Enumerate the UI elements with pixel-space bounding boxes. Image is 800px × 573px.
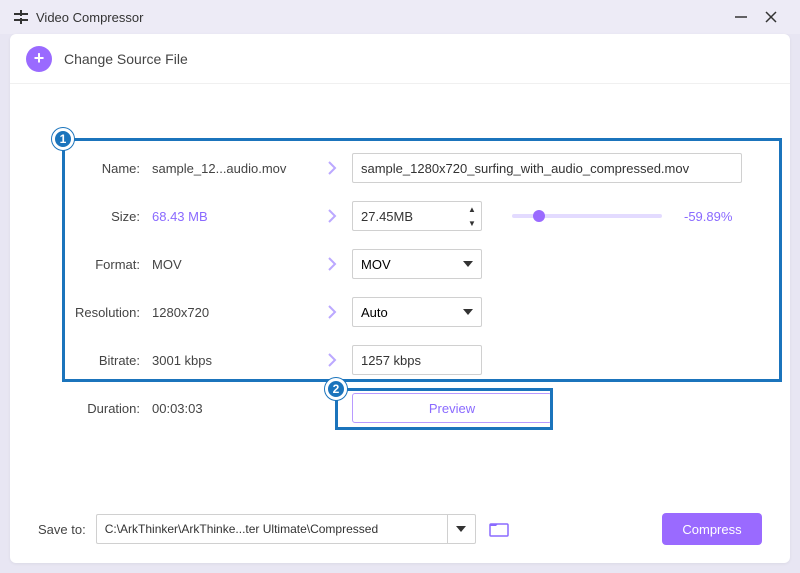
- change-source-button[interactable]: Change Source File: [64, 51, 188, 67]
- highlight-box-2: [335, 388, 553, 430]
- title-bar: Video Compressor: [0, 0, 800, 34]
- app-icon: [14, 10, 28, 24]
- card-header: + Change Source File: [10, 34, 790, 84]
- resolution-select[interactable]: Auto: [352, 297, 482, 327]
- minimize-button[interactable]: [726, 2, 756, 32]
- resolution-select-value: Auto: [361, 305, 388, 320]
- callout-2: 2: [325, 378, 347, 400]
- format-select-value: MOV: [361, 257, 391, 272]
- chevron-down-icon: [463, 309, 473, 315]
- window-title: Video Compressor: [36, 10, 143, 25]
- compress-button[interactable]: Compress: [662, 513, 762, 545]
- format-select[interactable]: MOV: [352, 249, 482, 279]
- save-path-select[interactable]: C:\ArkThinker\ArkThinke...ter Ultimate\C…: [96, 514, 476, 544]
- open-folder-button[interactable]: [486, 516, 512, 542]
- save-to-label: Save to:: [38, 522, 86, 537]
- label-duration: Duration:: [22, 401, 152, 416]
- main-card: + Change Source File 1 2 Name: sample_12…: [10, 34, 790, 563]
- callout-1: 1: [52, 128, 74, 150]
- size-slider[interactable]: [512, 214, 662, 218]
- source-duration: 00:03:03: [152, 401, 312, 416]
- size-decrease-button[interactable]: ▼: [463, 216, 481, 230]
- chevron-down-icon: [463, 261, 473, 267]
- chevron-down-icon[interactable]: [447, 515, 475, 543]
- close-button[interactable]: [756, 2, 786, 32]
- save-path-text: C:\ArkThinker\ArkThinke...ter Ultimate\C…: [97, 522, 447, 536]
- settings-area: 1 2 Name: sample_12...audio.mov Size: 68…: [10, 84, 790, 442]
- footer: Save to: C:\ArkThinker\ArkThinke...ter U…: [38, 513, 762, 545]
- size-increase-button[interactable]: ▲: [463, 202, 481, 216]
- size-slider-thumb[interactable]: [533, 210, 545, 222]
- add-icon[interactable]: +: [26, 46, 52, 72]
